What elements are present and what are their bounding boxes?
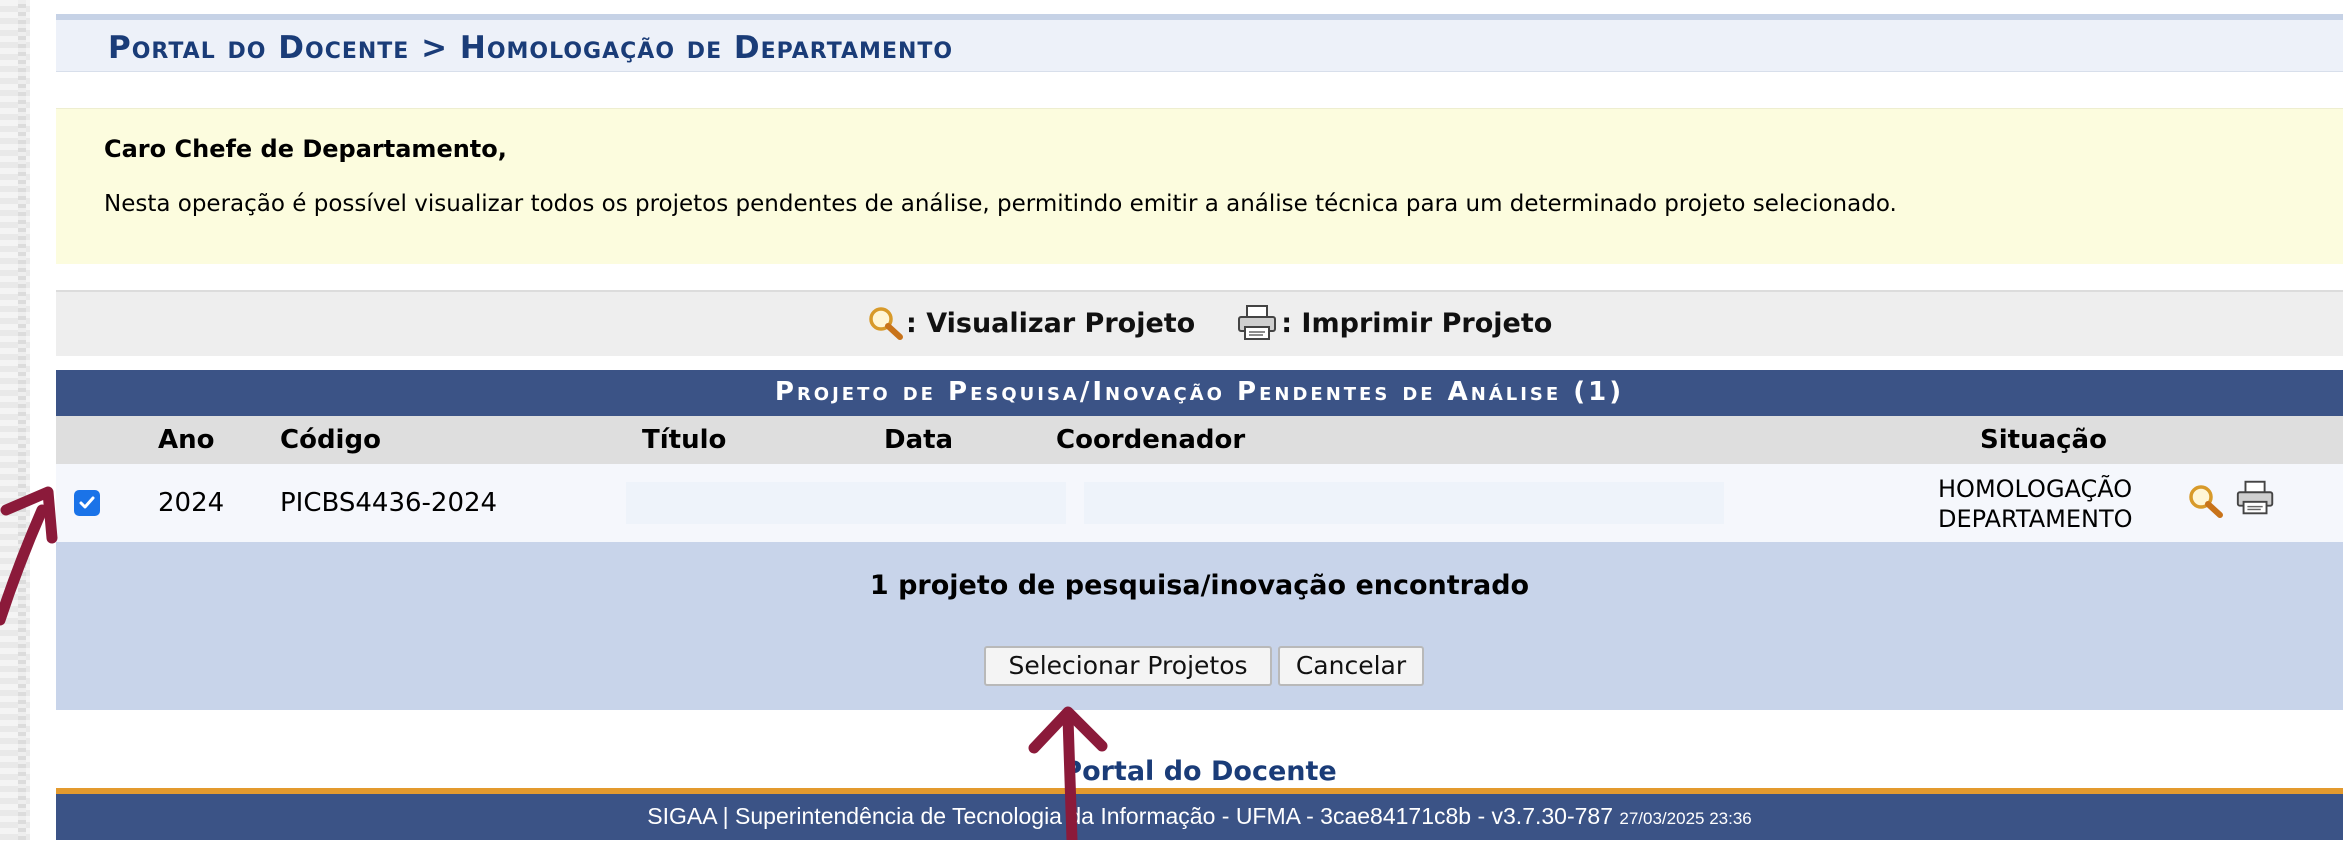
table-header: Ano Código Título Data Coordenador Situa… xyxy=(56,416,2343,464)
row-situacao-line1: HOMOLOGAÇÃO xyxy=(1938,475,2133,503)
row-situacao-line2: DEPARTAMENTO xyxy=(1938,505,2133,533)
result-count: 1 projeto de pesquisa/inovação encontrad… xyxy=(869,570,1530,601)
notice-message: Nesta operação é possível visualizar tod… xyxy=(104,191,1897,217)
results-panel: 1 projeto de pesquisa/inovação encontrad… xyxy=(56,542,2343,710)
portal-docente-link[interactable]: Portal do Docente xyxy=(56,756,2343,787)
main-content: Portal do Docente > Homologação de Depar… xyxy=(56,0,2343,840)
cancel-button[interactable]: Cancelar xyxy=(1278,646,1424,686)
col-codigo: Código xyxy=(280,425,381,455)
breadcrumb: Portal do Docente > Homologação de Depar… xyxy=(108,30,954,66)
table-row: 2024 PICBS4436-2024 HOMOLOGAÇÃO DEPARTAM… xyxy=(56,464,2343,542)
col-ano: Ano xyxy=(158,425,215,455)
row-titulo xyxy=(626,482,1066,524)
row-coordenador xyxy=(1084,482,1724,524)
page-left-gutter xyxy=(0,0,30,840)
print-project-icon[interactable] xyxy=(2234,478,2278,525)
footer-timestamp: 27/03/2025 23:36 xyxy=(1619,809,1752,828)
notice-greeting: Caro Chefe de Departamento, xyxy=(104,135,507,163)
footer-bar: SIGAA | Superintendência de Tecnologia d… xyxy=(56,788,2343,840)
annotation-arrow-bottom xyxy=(1028,706,1108,840)
select-projects-button[interactable]: Selecionar Projetos xyxy=(984,646,1272,686)
col-titulo: Título xyxy=(642,425,727,455)
annotation-arrow-left xyxy=(0,486,58,626)
legend-print-label: : Imprimir Projeto xyxy=(1281,307,1553,339)
icon-legend: : Visualizar Projeto : Imprimir Projeto xyxy=(56,290,2343,356)
row-ano: 2024 xyxy=(158,488,225,518)
view-project-icon[interactable] xyxy=(2186,482,2226,527)
row-codigo: PICBS4436-2024 xyxy=(280,488,498,518)
row-situacao: HOMOLOGAÇÃO DEPARTAMENTO xyxy=(1938,474,2133,534)
legend-view-label: : Visualizar Projeto xyxy=(906,307,1196,339)
col-situacao: Situação xyxy=(1980,425,2107,455)
info-notice: Caro Chefe de Departamento, Nesta operaç… xyxy=(56,108,2343,264)
footer-text: SIGAA | Superintendência de Tecnologia d… xyxy=(647,803,1613,829)
col-data: Data xyxy=(884,425,954,455)
col-coordenador: Coordenador xyxy=(1056,425,1246,455)
magnifier-icon xyxy=(866,305,906,341)
breadcrumb-bar: Portal do Docente > Homologação de Depar… xyxy=(56,14,2343,72)
table-title: Projeto de Pesquisa/Inovação Pendentes d… xyxy=(56,370,2343,416)
row-select-checkbox[interactable] xyxy=(74,490,100,516)
printer-icon xyxy=(1235,304,1281,342)
